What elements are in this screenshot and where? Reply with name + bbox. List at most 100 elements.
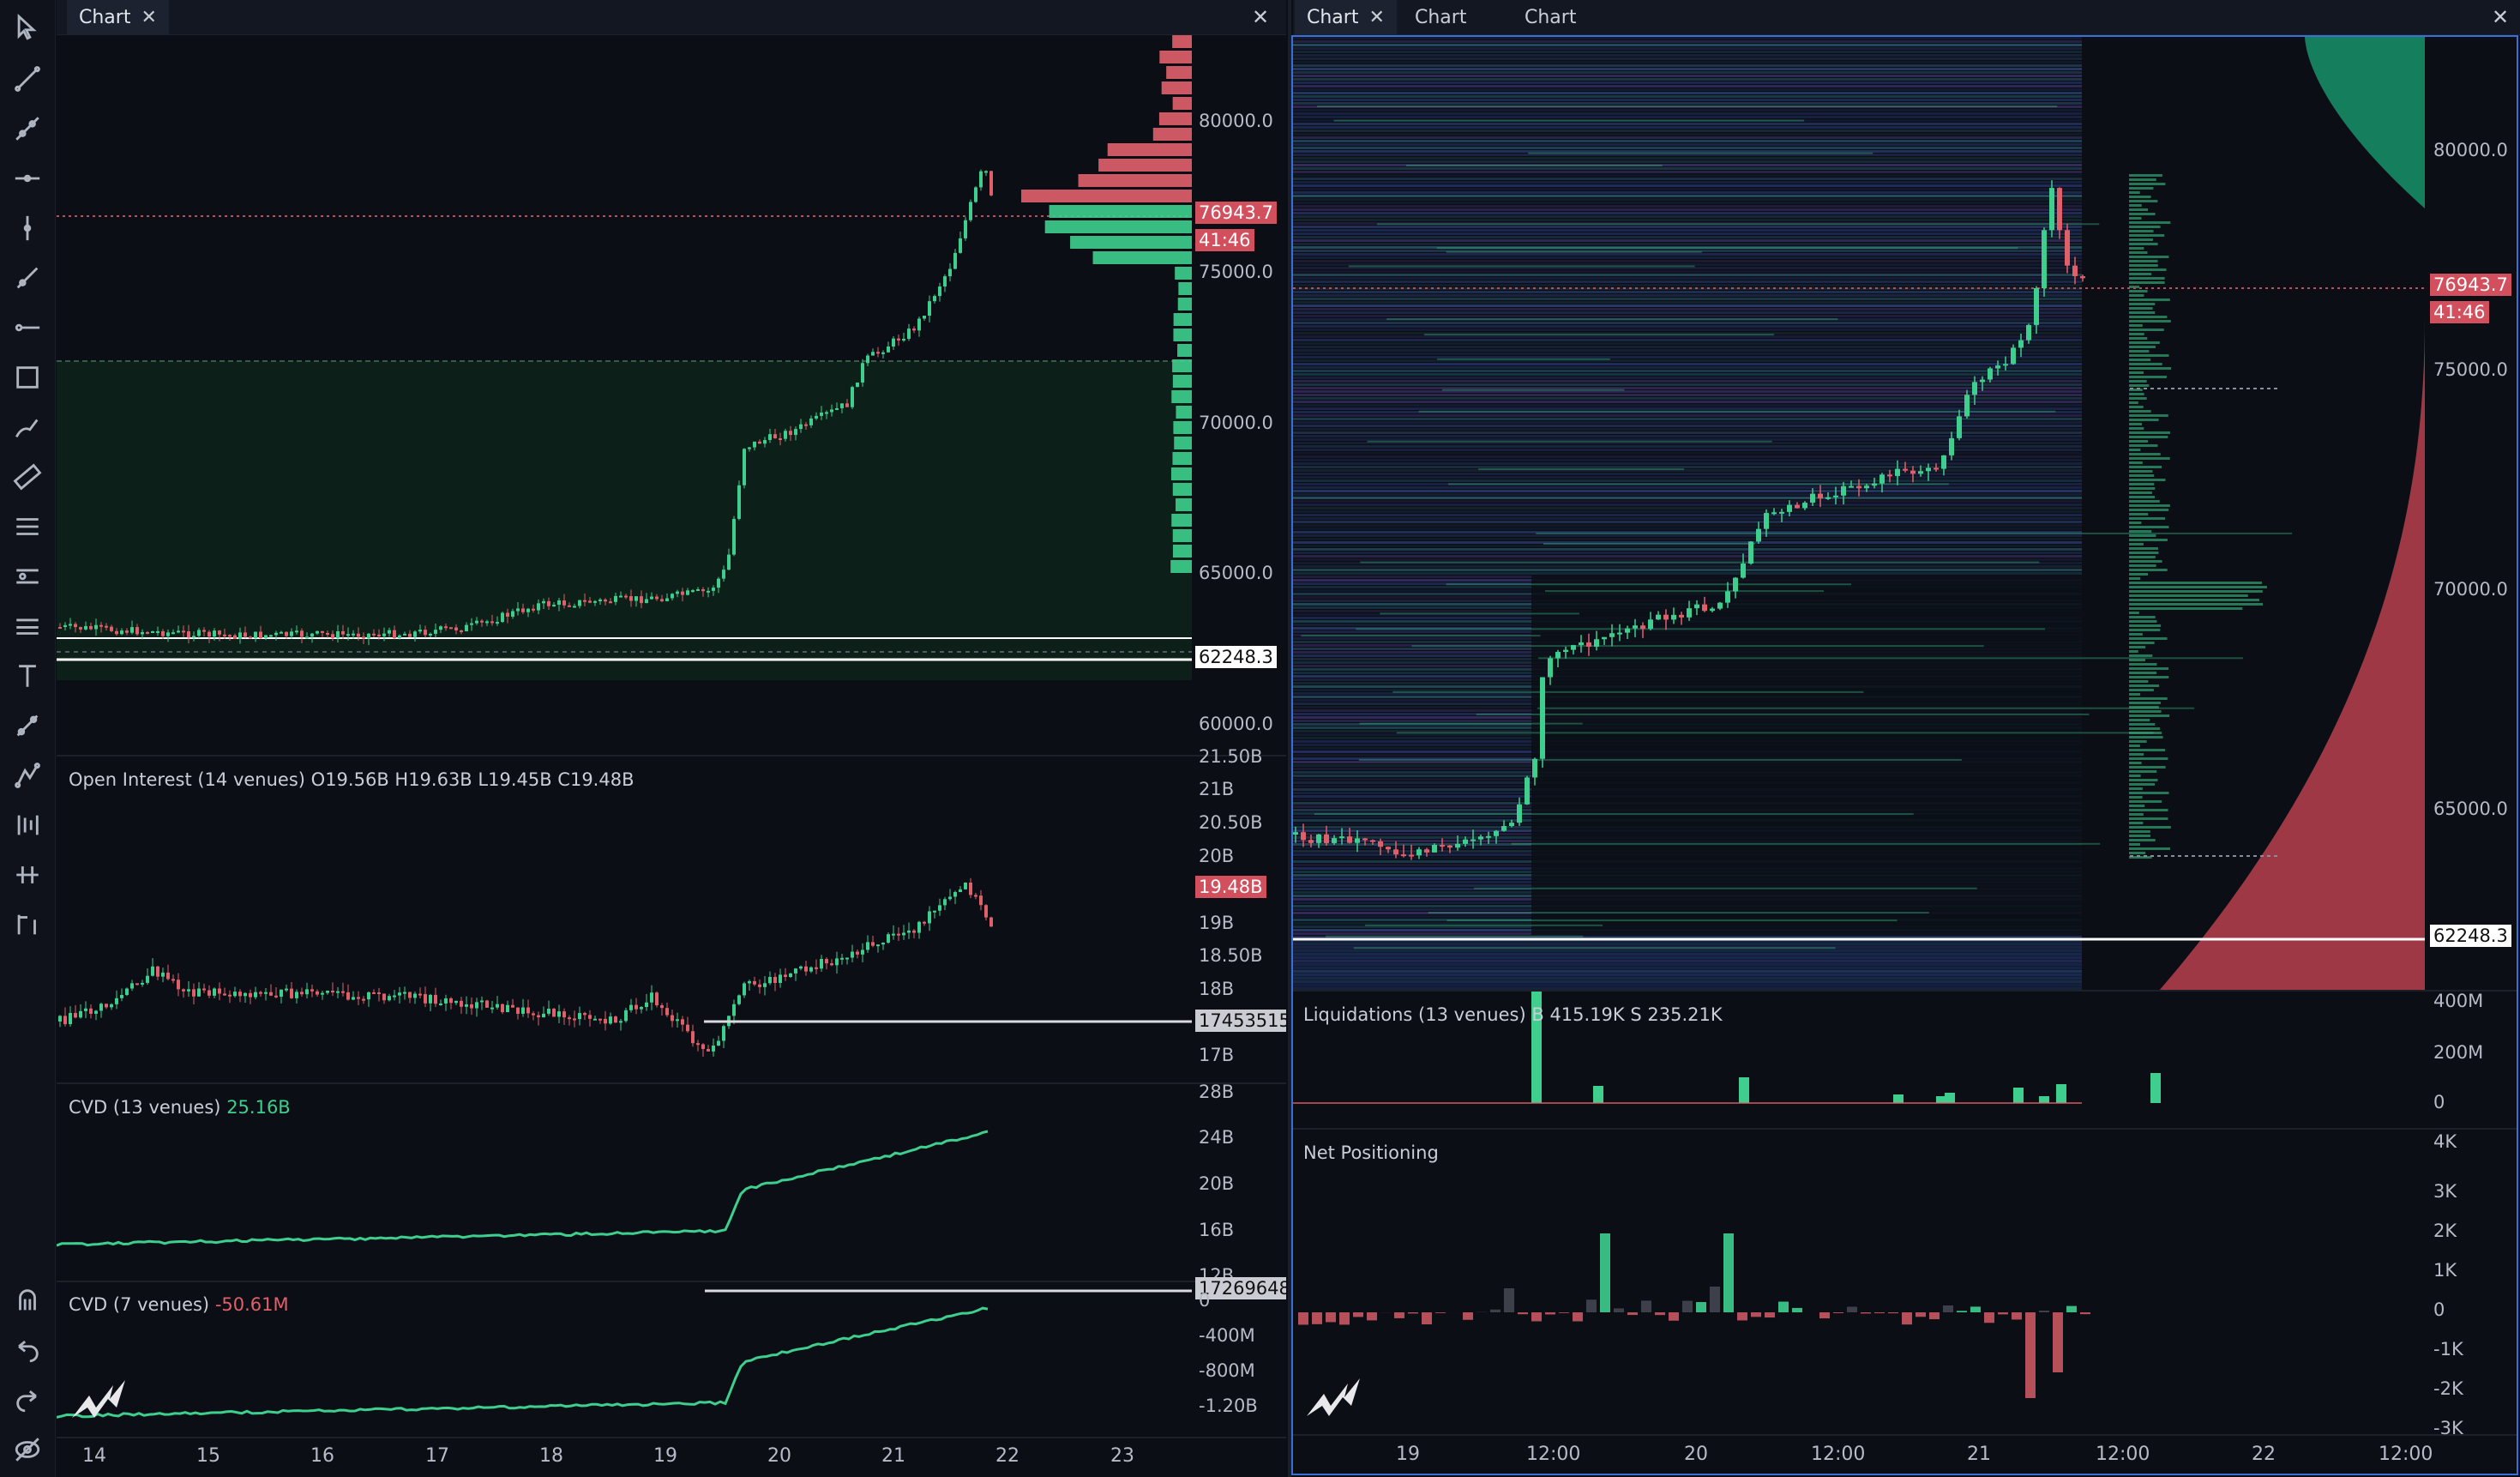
net-position-bar [2053,1312,2063,1372]
right-chart-tab-3[interactable]: Chart [1513,0,1588,34]
hide-drawings-icon[interactable] [10,1432,45,1467]
heatmap-band [1293,40,2082,43]
short-position-icon[interactable] [10,858,45,892]
rectangle-icon[interactable] [10,360,45,395]
fib-retracement-icon[interactable] [10,509,45,544]
trend-line-icon[interactable] [10,62,45,96]
volume-profile-bar [1159,51,1192,63]
right-chart-tab-2[interactable]: Chart [1403,0,1478,34]
candle [845,403,849,407]
brush-icon[interactable] [10,410,45,444]
candle [1362,838,1368,841]
volume-profile-bar [2129,620,2157,623]
oi-candle [562,1011,566,1018]
oi-candle [588,1015,592,1019]
fib-extension-icon[interactable] [10,559,45,594]
pattern-icon[interactable] [10,758,45,793]
candle [135,627,139,635]
left-chart-canvas[interactable] [57,35,1286,1477]
close-tab-icon[interactable]: ✕ [141,7,156,28]
heatmap-band [1293,212,2082,214]
horizontal-line-icon[interactable] [10,161,45,196]
oi-candle [650,992,653,1003]
oi-candle [259,992,262,994]
heatmap-band [1293,195,2082,197]
long-position-icon[interactable] [10,808,45,842]
right-chart-tab-1[interactable]: Chart ✕ [1295,0,1397,34]
volume-profile-bar [2129,599,2259,601]
liquidation-bar [2150,1073,2161,1103]
heatmap-band [1293,57,2082,60]
redo-icon[interactable] [10,1383,45,1417]
volume-profile-bar [2129,337,2148,340]
volume-profile-bar [2129,723,2156,726]
path-icon[interactable] [10,708,45,743]
heatmap-band [1293,377,2082,379]
candle [393,630,396,638]
volume-profile-bar [1178,282,1192,295]
vertical-line-icon[interactable] [10,211,45,245]
drawing-toolbar [0,0,56,1477]
candle [166,632,170,636]
candle [840,403,844,408]
volume-profile-bar [2129,393,2144,395]
candle [923,315,926,319]
left-chart-panel[interactable]: 80000.0 75000.0 70000.0 65000.0 60000.0 … [57,35,1286,1477]
candle [2057,188,2062,231]
oi-candle [676,1019,679,1022]
candle [547,600,550,606]
oi-candle [979,895,983,906]
oi-candle [923,921,926,924]
close-window-icon[interactable]: ✕ [2483,0,2517,34]
heatmap-band [1293,229,2082,232]
close-tab-icon[interactable]: ✕ [1368,7,1384,28]
horizontal-ray-icon[interactable] [10,310,45,345]
heatmap-band [1293,548,2082,551]
extended-line-icon[interactable] [10,261,45,295]
ruler-icon[interactable] [10,460,45,494]
oi-candle [809,967,813,972]
oi-candle [542,1013,545,1018]
oi-candle [197,988,201,997]
cvd7-title: CVD (7 venues) -50.61M [69,1294,289,1315]
candle [336,630,340,638]
heatmap-band [1392,690,1864,693]
volume-profile-bar [2129,290,2148,292]
tab-label: Chart [1415,6,1467,28]
oi-candle [135,983,139,986]
liq-axis-label: 0 [2433,1092,2445,1112]
heatmap-band [1293,431,2082,434]
candle [1579,642,1584,646]
text-icon[interactable] [10,659,45,693]
pitchfork-icon[interactable] [10,609,45,643]
volume-profile-bar [2129,805,2145,807]
magnet-icon[interactable] [10,1283,45,1317]
heatmap-band [1356,628,2046,630]
time-axis-label: 21 [881,1445,905,1467]
volume-profile-bar [2129,633,2143,636]
oi-candle [521,1007,525,1014]
oi-candle [532,1013,535,1016]
right-chart-canvas[interactable] [1293,37,2517,1474]
candle [635,596,638,601]
oi-candle [912,930,916,933]
candle [892,338,895,347]
oi-candle [681,1019,684,1025]
oi-candle [295,992,298,998]
candle [722,570,725,579]
heatmap-band [1474,887,1977,889]
candle [326,632,329,635]
net-position-bar [1326,1312,1336,1323]
right-chart-panel[interactable]: 80000.0 75000.0 70000.0 65000.0 76943.7 … [1291,35,2518,1475]
close-window-icon[interactable]: ✕ [1243,0,1278,34]
volume-profile-bar [1173,421,1192,434]
candle [1633,625,1638,629]
candle [707,590,710,593]
undo-icon[interactable] [10,1333,45,1367]
heatmap-band [1293,356,2082,359]
measure-icon[interactable] [10,907,45,942]
oi-candle [171,979,175,981]
ray-icon[interactable] [10,112,45,146]
left-chart-tab[interactable]: Chart ✕ [67,0,169,34]
cursor-icon[interactable] [10,10,45,45]
